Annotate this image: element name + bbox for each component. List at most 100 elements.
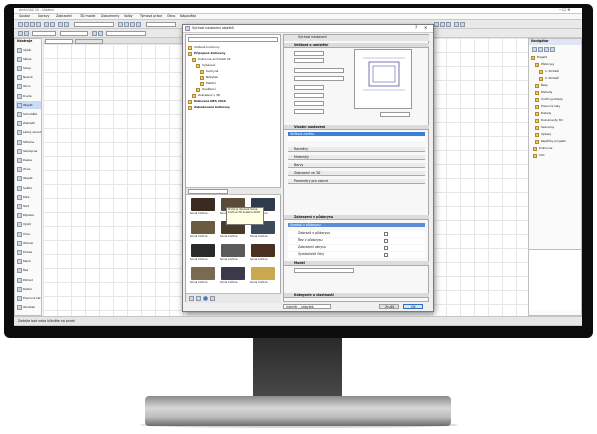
layer-field[interactable] — [60, 31, 88, 36]
navigator-item-7[interactable]: Pracovní listy — [535, 104, 579, 110]
model-material-field[interactable] — [294, 268, 354, 273]
toolbox-item-2[interactable]: Sloup — [16, 64, 41, 72]
section-model[interactable]: Model — [284, 261, 429, 266]
plan-display-row-2[interactable]: Zobrazení obrysu — [288, 245, 425, 251]
folder-tree-item-3[interactable]: Vybavení — [196, 63, 276, 68]
navigator-item-13[interactable]: Knihovna — [533, 146, 577, 152]
plan-display-row-1[interactable]: Řez v půdorysu — [288, 238, 425, 244]
layer-combo[interactable] — [74, 22, 114, 27]
library-search-field[interactable] — [188, 37, 278, 42]
view-map-icon[interactable] — [538, 47, 543, 52]
zoom-out-icon[interactable] — [440, 22, 445, 27]
toolbox-item-1[interactable]: Stěna — [16, 55, 41, 63]
plan-display-row-0[interactable]: Zobrazit v půdorysu — [288, 231, 425, 237]
library-filter-combo[interactable] — [188, 188, 228, 194]
toolbox-item-14[interactable]: Objekt — [16, 175, 41, 183]
navigator-item-3[interactable]: 2. Podlaží — [539, 76, 582, 82]
help-icon[interactable]: ? — [415, 26, 417, 30]
subsection-1[interactable]: Materiály — [288, 155, 425, 160]
toolbox-item-17[interactable]: Text — [16, 202, 41, 210]
toolbox-item-7[interactable]: Schodiště — [16, 110, 41, 118]
settings-gear-icon[interactable] — [210, 296, 215, 301]
toolbox-item-20[interactable]: Čára — [16, 230, 41, 238]
folder-tree-item-10[interactable]: Zabudované knihovny — [188, 105, 268, 110]
navigator-item-10[interactable]: Seznamy — [535, 125, 579, 131]
navigator-item-9[interactable]: Dokumenty 3D — [535, 118, 579, 124]
navigator-item-5[interactable]: Pohledy — [535, 90, 579, 96]
pen-icon[interactable] — [92, 31, 97, 36]
drawing-canvas[interactable] — [43, 44, 187, 316]
toolbox-item-0[interactable]: Výběr — [16, 46, 41, 54]
section-category[interactable]: Kategorie a vlastnosti — [284, 293, 429, 298]
undo-icon[interactable] — [44, 22, 49, 27]
width-field[interactable] — [294, 51, 324, 56]
folder-tree-item-4[interactable]: Kuchyně — [200, 69, 280, 74]
navigator-item-4[interactable]: Řezy — [535, 83, 579, 89]
toolbox-item-9[interactable]: Lehký obvod — [16, 129, 41, 137]
navigator-item-8[interactable]: Detaily — [535, 111, 579, 117]
toolbox-item-13[interactable]: Zóna — [16, 166, 41, 174]
project-map-icon[interactable] — [532, 47, 537, 52]
library-manager-icon[interactable] — [189, 296, 194, 301]
object-tile-0[interactable]: Sonia Cortina — [189, 197, 217, 218]
folder-tree-item-9[interactable]: Knihovna DEA 2016 — [188, 99, 268, 104]
bimcomponents-icon[interactable] — [203, 296, 208, 301]
anchor-field[interactable] — [380, 112, 410, 117]
toolbox-item-4[interactable]: Okno — [16, 83, 41, 91]
folder-tree-item-1[interactable]: Připojené knihovny — [188, 51, 268, 56]
new-file-icon[interactable] — [18, 22, 23, 27]
arrow-tool-icon[interactable] — [18, 31, 23, 36]
toolbox-item-25[interactable]: Pohled — [16, 276, 41, 284]
menu-soubor[interactable]: Soubor — [19, 15, 30, 18]
floor-plan-icon[interactable] — [58, 22, 63, 27]
folder-tree-item-2[interactable]: Knihovna ArchiCAD 20 — [192, 57, 272, 62]
folder-tree-item-6[interactable]: Elektro — [200, 81, 280, 86]
cancel-button[interactable]: Zrušit — [379, 304, 399, 309]
menu-dokumenty[interactable]: Dokumenty — [101, 15, 119, 18]
angle-field[interactable] — [294, 109, 324, 114]
menu-volby[interactable]: Volby — [124, 15, 133, 18]
navigator-item-6[interactable]: Vnitřní pohledy — [535, 97, 579, 103]
tab-3d[interactable] — [75, 38, 103, 44]
snap-icon[interactable] — [118, 22, 123, 27]
toolbox-item-5[interactable]: Dveře — [16, 92, 41, 100]
navigator-item-11[interactable]: Výkazy — [535, 132, 579, 138]
story-offset-field[interactable] — [294, 68, 344, 73]
object-tile-11[interactable]: Sonia Cortina — [249, 266, 277, 287]
teamwork-icon[interactable] — [454, 22, 459, 27]
3d-view-icon[interactable] — [64, 22, 69, 27]
toolbox-item-26[interactable]: Detail — [16, 285, 41, 293]
open-file-icon[interactable] — [24, 22, 29, 27]
toolbox-item-28[interactable]: Obrázek — [16, 304, 41, 312]
parameter-row[interactable] — [288, 137, 425, 141]
toolbox-item-24[interactable]: Řez — [16, 267, 41, 275]
toolbox-item-22[interactable]: Křivka — [16, 248, 41, 256]
menu-napoveda[interactable]: Nápověda — [180, 15, 196, 18]
subsection-3[interactable]: Zobrazení ve 3D — [288, 171, 425, 176]
layer-select[interactable]: Interiér - nábytek — [283, 304, 331, 309]
marquee-tool-icon[interactable] — [24, 31, 29, 36]
ok-button[interactable]: OK — [403, 304, 423, 309]
story-combo[interactable] — [32, 31, 56, 36]
rotation-field[interactable] — [294, 93, 324, 98]
navigator-item-1[interactable]: Půdorysy — [535, 62, 579, 68]
navigator-item-12[interactable]: Rejstříky projektu — [535, 139, 579, 145]
toolbox-item-6[interactable]: Objekt — [16, 101, 41, 110]
toolbox-item-21[interactable]: Oblouk — [16, 239, 41, 247]
element-id-field[interactable] — [106, 31, 146, 36]
subsection-2[interactable]: Barvy — [288, 163, 425, 168]
depth-field[interactable] — [294, 58, 324, 63]
checkbox[interactable] — [384, 232, 388, 236]
dialog-close-icon[interactable]: ✕ — [424, 26, 427, 30]
elevation-field[interactable] — [294, 76, 344, 81]
favorites-icon[interactable] — [196, 296, 201, 301]
toolbox-item-3[interactable]: Nosník — [16, 74, 41, 82]
layout-book-icon[interactable] — [544, 47, 549, 52]
window-controls[interactable]: – ☐ ✕ — [559, 8, 570, 12]
plan-display-row-3[interactable]: Symbolické čáry — [288, 252, 425, 258]
checkbox[interactable] — [384, 239, 388, 243]
subsection-0[interactable]: Rozměry — [288, 147, 425, 152]
subsection-4[interactable]: Parametry pro vzorce — [288, 179, 425, 184]
toolbox-item-8[interactable]: Zábradlí — [16, 120, 41, 128]
renovation-combo[interactable] — [146, 22, 176, 27]
